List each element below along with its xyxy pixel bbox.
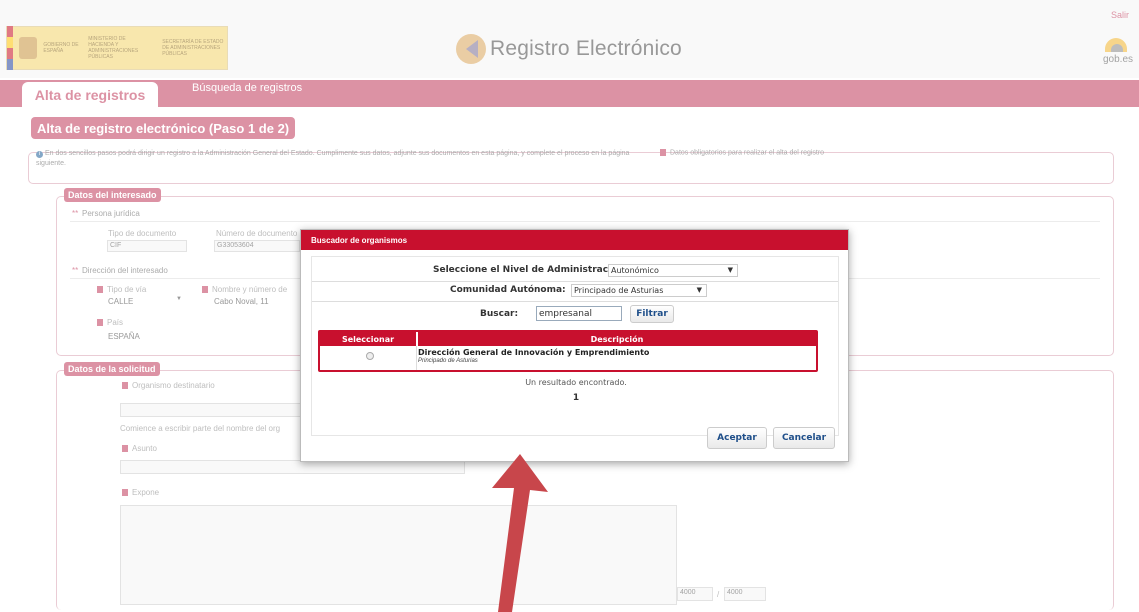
results-table: Seleccionar Descripción Dirección Genera… [318,330,818,372]
select-result-radio[interactable] [366,352,374,360]
result-count: Un resultado encontrado. [525,378,627,387]
comunidad-select-value: Principado de Asturias [574,286,664,295]
comunidad-label: Comunidad Autónoma: [450,285,566,295]
search-input[interactable] [536,306,622,321]
result-name: Dirección General de Innovación y Empren… [418,348,650,357]
accept-button[interactable]: Aceptar [707,427,767,449]
pagination-page-1[interactable]: 1 [312,393,840,403]
dialog-title: Buscador de organismos [301,230,848,250]
annotation-arrow-icon [492,454,548,612]
column-header-seleccionar: Seleccionar [320,332,416,346]
nivel-select[interactable]: Autonómico ▼ [608,264,738,277]
cancel-button[interactable]: Cancelar [773,427,835,449]
divider [312,301,838,302]
nivel-label: Seleccione el Nivel de Administracion: [433,265,628,275]
column-header-descripcion: Descripción [418,332,816,346]
chevron-down-icon: ▼ [696,286,702,294]
nivel-select-value: Autonómico [611,266,659,275]
filter-button[interactable]: Filtrar [630,305,674,323]
divider [416,346,417,370]
chevron-down-icon: ▼ [727,266,733,274]
comunidad-select[interactable]: Principado de Asturias ▼ [571,284,707,297]
dialog-body: Seleccione el Nivel de Administracion: A… [311,256,839,436]
buscar-label: Buscar: [480,309,519,319]
divider [312,281,838,282]
organism-search-dialog: Buscador de organismos Seleccione el Niv… [300,229,849,462]
result-region: Principado de Asturias [418,358,478,364]
